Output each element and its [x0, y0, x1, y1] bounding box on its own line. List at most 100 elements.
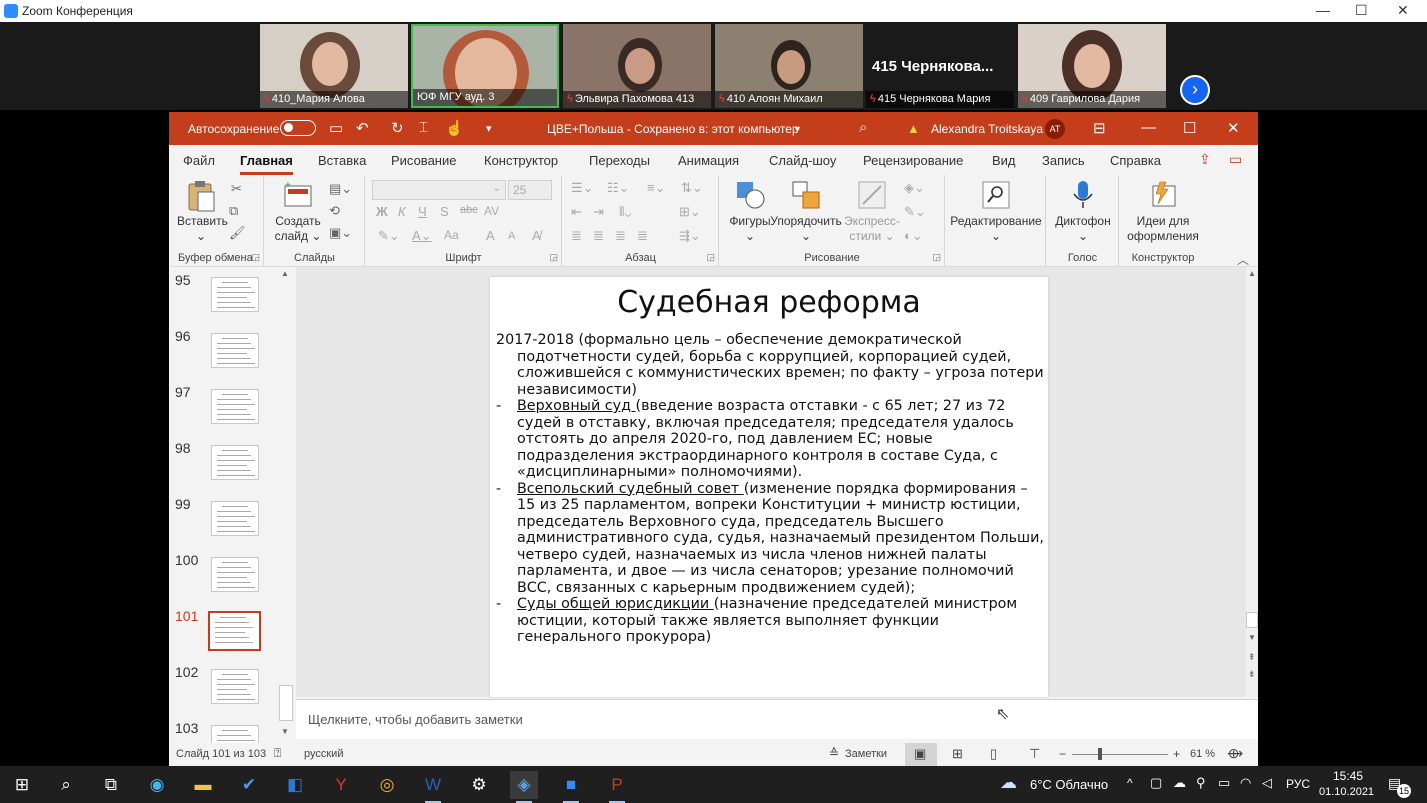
accessibility-icon[interactable]: ⍰: [274, 746, 281, 761]
scroll-down-icon[interactable]: ▼: [281, 727, 289, 736]
bullets-icon[interactable]: ☰⌄: [571, 180, 594, 196]
notes-pane[interactable]: Щелкните, чтобы добавить заметки ⇖: [296, 699, 1258, 739]
chevron-down-icon[interactable]: ▼: [793, 124, 802, 134]
scrollbar-thumb[interactable]: [1246, 612, 1258, 628]
avatar[interactable]: AT: [1045, 119, 1065, 139]
char-spacing-button[interactable]: AV: [484, 204, 499, 218]
battery-icon[interactable]: ▭: [1218, 775, 1230, 791]
align-right-icon[interactable]: ≣: [615, 228, 626, 244]
tray-app-icon[interactable]: ▢: [1150, 775, 1162, 791]
clock-time[interactable]: 15:45: [1333, 769, 1363, 783]
highlight-icon[interactable]: ✎⌄: [378, 228, 400, 244]
text-direction-icon[interactable]: ⇅⌄: [681, 180, 703, 196]
participant-tile[interactable]: ϟ 410_Мария Алова: [260, 24, 408, 108]
slide-thumbnail[interactable]: [211, 277, 259, 312]
notes-icon[interactable]: ≙: [829, 746, 839, 760]
smartart-icon[interactable]: ⇶⌄: [679, 228, 701, 244]
volume-icon[interactable]: ◁: [1262, 775, 1272, 791]
change-case-button[interactable]: Aa: [444, 228, 459, 242]
onedrive-icon[interactable]: ☁: [1173, 775, 1186, 791]
slide-sorter-icon[interactable]: ⊞: [952, 746, 963, 762]
quick-styles-button[interactable]: Экспресс-стили ⌄: [844, 180, 900, 244]
cut-icon[interactable]: ✂: [231, 181, 242, 197]
slide-thumbnail[interactable]: [211, 389, 259, 424]
justify-icon[interactable]: ≣: [637, 228, 648, 244]
new-slide-button[interactable]: + Создать слайд ⌄: [273, 180, 323, 244]
powerpoint-taskbar-icon[interactable]: P: [603, 771, 631, 803]
undo-icon[interactable]: ↶: [356, 119, 369, 137]
weather-text[interactable]: 6°C Облачно: [1030, 777, 1108, 792]
font-color-icon[interactable]: A⌄: [412, 228, 432, 244]
scrollbar-thumb[interactable]: [279, 685, 293, 721]
tab-record[interactable]: Запись: [1042, 153, 1085, 168]
tab-slideshow[interactable]: Слайд-шоу: [769, 153, 836, 168]
zoom-out-icon[interactable]: −: [1059, 747, 1066, 761]
slide-thumbnail[interactable]: [211, 333, 259, 368]
underline-button[interactable]: Ч: [418, 204, 427, 219]
normal-view-icon[interactable]: ▣: [914, 746, 926, 762]
zoom-in-icon[interactable]: +: [1173, 747, 1180, 761]
slide-body[interactable]: 2017-2018 (формально цель – обеспечение …: [496, 332, 1044, 646]
todo-icon[interactable]: ✔: [235, 771, 263, 799]
participant-tile[interactable]: ϟ 410 Алоян Михаил: [715, 24, 863, 108]
arrange-button[interactable]: Упорядочить ⌄: [770, 180, 842, 244]
tab-draw[interactable]: Рисование: [391, 153, 456, 168]
fit-to-window-icon[interactable]: ⟴: [1227, 745, 1243, 762]
shape-fill-icon[interactable]: ◈⌄: [904, 180, 925, 196]
participant-tile[interactable]: ϟ Эльвира Пахомова 413: [563, 24, 711, 108]
zoom-level[interactable]: 61 %: [1190, 748, 1215, 760]
word-icon[interactable]: W: [419, 771, 447, 803]
scroll-up-icon[interactable]: ▲: [1248, 269, 1256, 278]
editor-scrollbar[interactable]: ▲ ▼ ⇞ ⇟: [1246, 267, 1258, 697]
increase-indent-icon[interactable]: ⇥: [593, 204, 604, 220]
tab-file[interactable]: Файл: [183, 153, 215, 168]
autosave-toggle[interactable]: [280, 120, 316, 136]
redo-icon[interactable]: ↻: [391, 119, 404, 137]
participant-tile-active-speaker[interactable]: ЮФ МГУ ауд. 3: [411, 24, 559, 108]
wifi-icon[interactable]: ◠: [1240, 775, 1251, 791]
slideshow-icon[interactable]: ⊤: [1029, 746, 1040, 762]
dialog-launcher-icon[interactable]: ◲: [706, 252, 715, 263]
line-spacing-icon[interactable]: ≡⌄: [647, 180, 665, 196]
settings-icon[interactable]: ⚙: [465, 771, 493, 799]
media-player-icon[interactable]: ◎: [373, 771, 401, 799]
language-indicator[interactable]: русский: [304, 748, 343, 760]
tab-animations[interactable]: Анимация: [678, 153, 739, 168]
shapes-button[interactable]: Фигуры ⌄: [724, 180, 776, 244]
previous-slide-icon[interactable]: ⇞: [1248, 652, 1256, 663]
decrease-indent-icon[interactable]: ⇤: [571, 204, 582, 220]
dictate-button[interactable]: Диктофон ⌄: [1051, 180, 1115, 244]
layout-icon[interactable]: ▤⌄: [329, 181, 352, 197]
editing-button[interactable]: Редактирование ⌄: [950, 180, 1042, 244]
next-participants-button[interactable]: ›: [1180, 75, 1210, 105]
dialog-launcher-icon[interactable]: ◲: [549, 252, 558, 263]
zoom-taskbar-icon[interactable]: ■: [557, 771, 585, 803]
font-size-combo[interactable]: 25: [508, 180, 552, 200]
tab-help[interactable]: Справка: [1110, 153, 1161, 168]
paste-button[interactable]: Вставить ⌄: [177, 180, 228, 244]
minimize-icon[interactable]: —: [1316, 2, 1330, 18]
outlook-icon[interactable]: ◧: [281, 771, 309, 799]
tray-chevron-icon[interactable]: ^: [1127, 776, 1133, 790]
tab-view[interactable]: Вид: [992, 153, 1016, 168]
copy-icon[interactable]: ⧉: [229, 203, 238, 219]
document-title[interactable]: ЦВЕ+Польша - Сохранено в: этот компьютер: [547, 122, 799, 136]
thumbnails-scrollbar[interactable]: ▲ ▼: [277, 267, 295, 739]
tab-design[interactable]: Конструктор: [484, 153, 558, 168]
scroll-up-icon[interactable]: ▲: [281, 269, 289, 278]
edge-icon[interactable]: ◉: [143, 771, 171, 799]
tab-insert[interactable]: Вставка: [318, 153, 366, 168]
dialog-launcher-icon[interactable]: ◲: [932, 252, 941, 263]
slide-thumbnail[interactable]: [211, 669, 259, 704]
align-text-icon[interactable]: ⊞⌄: [679, 204, 701, 220]
close-icon[interactable]: ✕: [1227, 119, 1240, 137]
scroll-down-icon[interactable]: ▼: [1248, 633, 1256, 642]
input-language[interactable]: РУС: [1286, 777, 1310, 791]
participant-tile[interactable]: ϟ 409 Гаврилова Дария: [1018, 24, 1166, 108]
close-icon[interactable]: ✕: [1397, 2, 1409, 19]
numbering-icon[interactable]: ☷⌄: [607, 180, 630, 196]
touch-mode-icon[interactable]: ☝: [445, 119, 464, 137]
windows-start-icon[interactable]: ⊞: [8, 771, 36, 799]
maximize-icon[interactable]: ☐: [1183, 119, 1196, 137]
design-ideas-button[interactable]: Идеи для оформления: [1124, 180, 1202, 244]
